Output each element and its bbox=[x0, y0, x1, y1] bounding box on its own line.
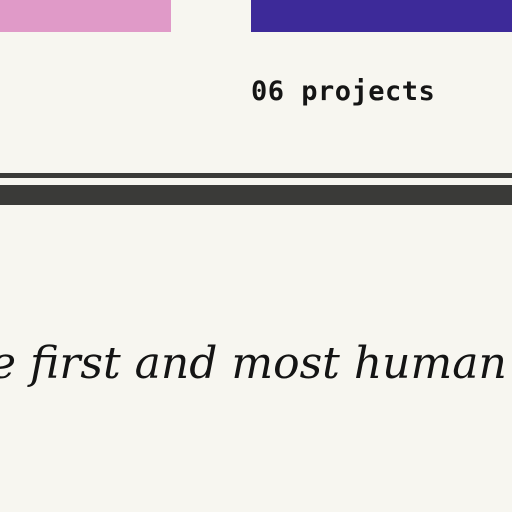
project-count: 06 projects bbox=[251, 76, 436, 107]
quote-text: e first and most human of t bbox=[0, 338, 512, 389]
divider-thick bbox=[0, 185, 512, 205]
page: 06 projects e first and most human of t bbox=[0, 0, 512, 512]
divider-thin bbox=[0, 173, 512, 178]
pink-color-block bbox=[0, 0, 171, 32]
indigo-color-block bbox=[251, 0, 512, 32]
